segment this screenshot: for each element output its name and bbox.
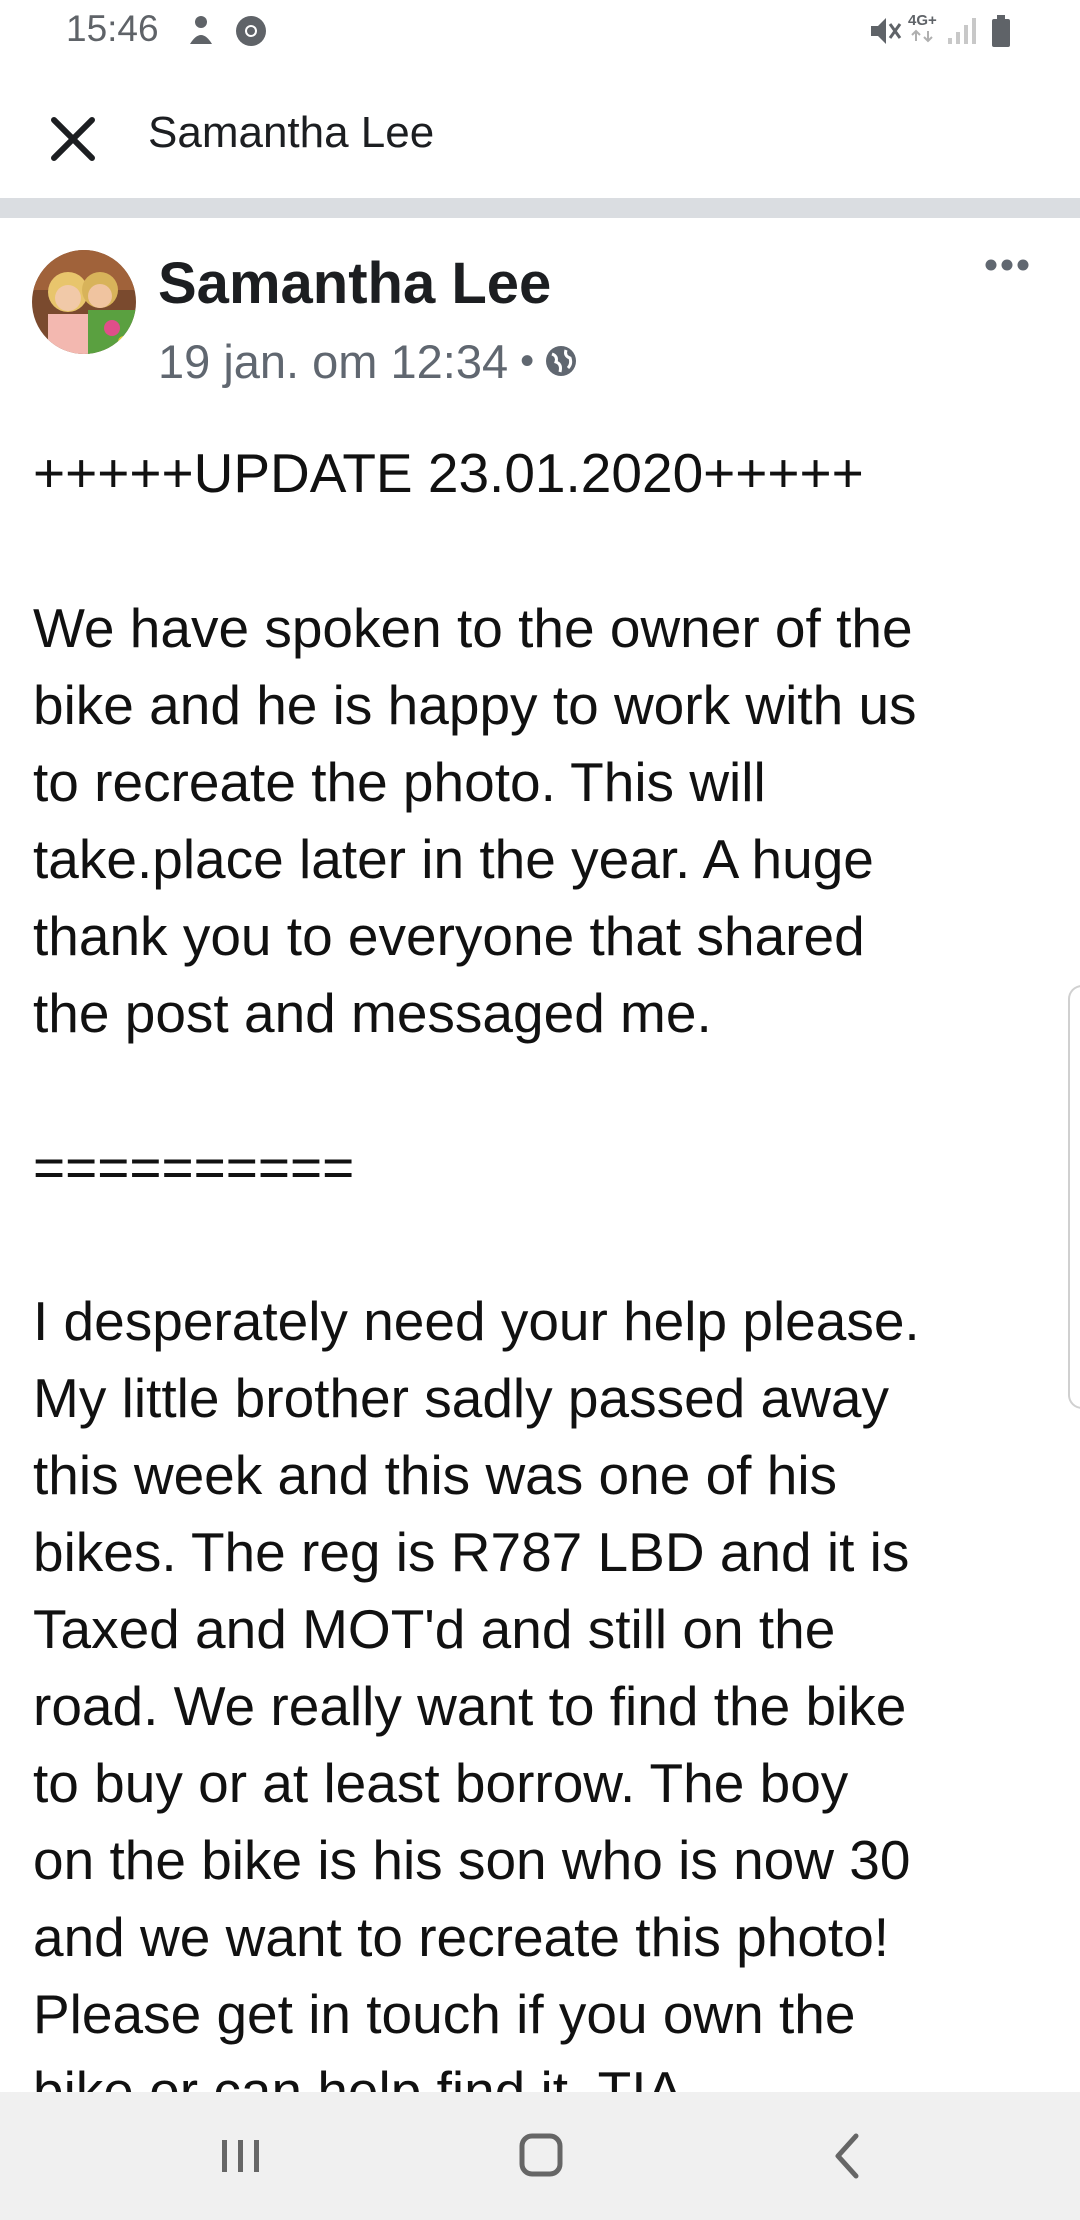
status-bar: 15:46 4G+ bbox=[0, 0, 1080, 64]
network-label: 4G+ bbox=[908, 12, 937, 29]
home-icon bbox=[500, 2133, 580, 2192]
header-divider bbox=[0, 198, 1080, 218]
post-line: We have spoken to the owner of the bbox=[33, 597, 913, 659]
chrome-icon bbox=[234, 14, 268, 53]
post-timestamp[interactable]: 19 jan. om 12:34 bbox=[158, 334, 508, 389]
status-time: 15:46 bbox=[66, 8, 159, 49]
post-meta: 19 jan. om 12:34 • bbox=[158, 334, 578, 389]
post-line: My little brother sadly passed away bbox=[33, 1367, 889, 1429]
recents-button[interactable] bbox=[200, 2124, 280, 2188]
network-4g-icon: 4G+ bbox=[908, 12, 938, 48]
post-line: thank you to everyone that shared bbox=[33, 905, 865, 967]
page-title: Samantha Lee bbox=[148, 108, 435, 157]
scroll-handle[interactable] bbox=[1068, 985, 1080, 1409]
post-options-button[interactable] bbox=[984, 252, 1054, 288]
close-icon bbox=[40, 117, 96, 166]
close-button[interactable] bbox=[40, 104, 110, 174]
post-line: bike and he is happy to work with us bbox=[33, 674, 917, 736]
avatar[interactable] bbox=[32, 250, 136, 354]
post-line: to buy or at least borrow. The boy bbox=[33, 1752, 849, 1814]
more-horizontal-icon bbox=[984, 259, 1030, 276]
post-line: road. We really want to find the bike bbox=[33, 1675, 907, 1737]
back-button[interactable] bbox=[808, 2124, 888, 2188]
post-line: bikes. The reg is R787 LBD and it is bbox=[33, 1521, 910, 1583]
system-nav-bar bbox=[0, 2092, 1080, 2220]
signal-icon bbox=[946, 14, 980, 51]
post-line: I desperately need your help please. bbox=[33, 1290, 920, 1352]
post-author[interactable]: Samantha Lee bbox=[158, 250, 551, 317]
post-line: this week and this was one of his bbox=[33, 1444, 838, 1506]
home-button[interactable] bbox=[500, 2124, 580, 2188]
meta-separator: • bbox=[520, 339, 535, 383]
post-line: on the bike is his son who is now 30 bbox=[33, 1829, 911, 1891]
globe-icon bbox=[544, 334, 578, 389]
post-line: Please get in touch if you own the bbox=[33, 1983, 856, 2045]
recents-icon bbox=[200, 2140, 280, 2192]
battery-icon bbox=[990, 14, 1012, 53]
app-header: Samantha Lee bbox=[0, 64, 1080, 198]
post-line: take.place later in the year. A huge bbox=[33, 828, 874, 890]
notification-icon bbox=[186, 14, 216, 53]
post-line: ========== bbox=[33, 1136, 355, 1198]
post-line: and we want to recreate this photo! bbox=[33, 1906, 890, 1968]
back-icon bbox=[808, 2133, 888, 2192]
post-line: +++++UPDATE 23.01.2020+++++ bbox=[33, 442, 864, 504]
post-line: the post and messaged me. bbox=[33, 982, 712, 1044]
post-line: Taxed and MOT'd and still on the bbox=[33, 1598, 836, 1660]
post-line: to recreate the photo. This will bbox=[33, 751, 766, 813]
mute-icon bbox=[868, 14, 902, 53]
